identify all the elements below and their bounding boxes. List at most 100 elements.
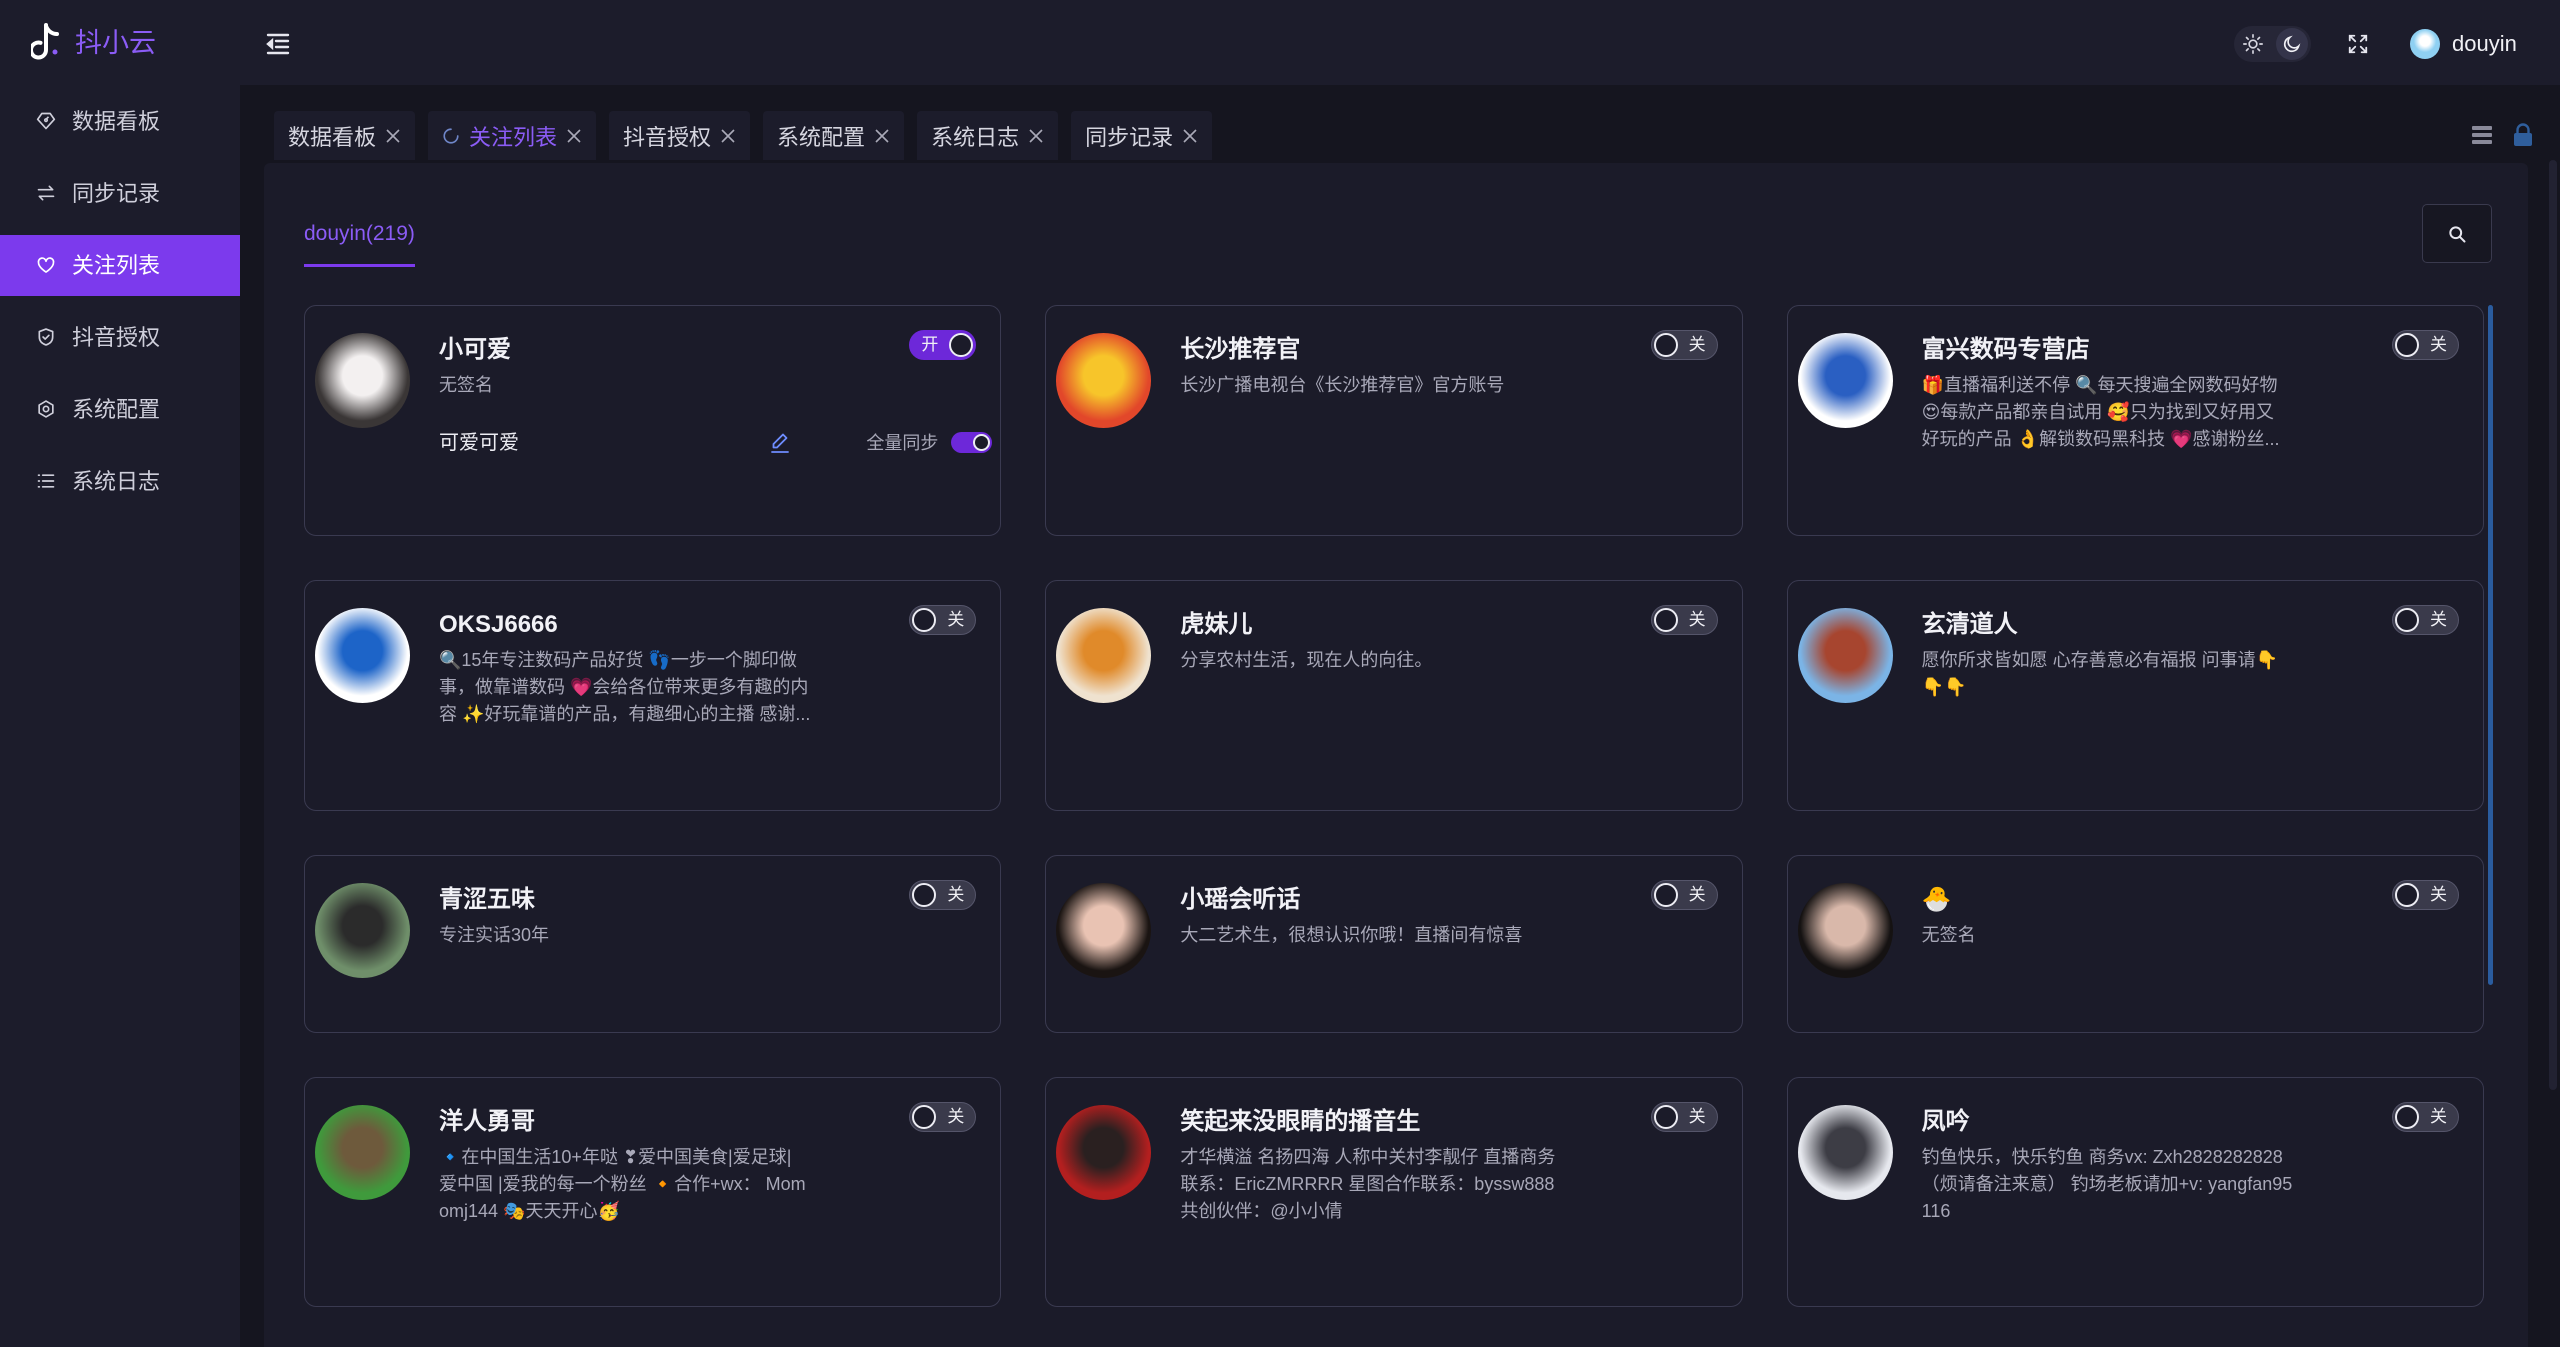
follow-card: 长沙推荐官长沙广播电视台《长沙推荐官》官方账号 关 — [1045, 305, 1743, 536]
avatar — [1797, 608, 1893, 703]
page-scrollbar[interactable] — [2549, 160, 2557, 1090]
close-icon[interactable] — [566, 128, 582, 144]
avatar — [1056, 333, 1152, 428]
avatar — [1056, 883, 1152, 978]
sun-icon[interactable] — [2242, 33, 2264, 55]
switch-knob — [2394, 608, 2419, 632]
user-name[interactable]: douyin — [2452, 29, 2517, 59]
monitor-switch[interactable]: 关 — [1650, 1102, 1718, 1132]
close-icon[interactable] — [874, 128, 890, 144]
signature-line: 爱中国 |爱我的每一个粉丝 🔸合作+wx： Mom — [439, 1174, 806, 1194]
card-name: 凤吟 — [1921, 1108, 1970, 1135]
switch-knob — [2394, 1105, 2419, 1129]
tab-label: 数据看板 — [288, 124, 377, 150]
tab-dashboard[interactable]: 数据看板 — [274, 111, 416, 160]
monitor-switch[interactable]: 关 — [2391, 1102, 2459, 1132]
app-root: 抖小云 douyin 数据看板 同步记录 关注列表 抖音授权 系统配置 系统日志… — [0, 0, 2560, 1347]
signature-line: 👇👇 — [1921, 677, 1967, 697]
follow-card: 玄清道人 愿你所求皆如愿 心存善意必有福报 问事请👇 👇👇 关 — [1786, 580, 2484, 811]
card-name: 小可爱 — [439, 336, 511, 363]
edit-icon[interactable] — [768, 431, 792, 455]
sidebar-item-system-config[interactable]: 系统配置 — [0, 379, 240, 440]
monitor-switch[interactable]: 关 — [909, 1102, 977, 1132]
full-sync-label: 全量同步 — [866, 433, 939, 453]
heart-icon — [36, 255, 56, 275]
gear-icon — [36, 399, 56, 419]
monitor-switch[interactable]: 关 — [909, 880, 977, 910]
signature-line: 长沙广播电视台《长沙推荐官》官方账号 — [1180, 375, 1505, 395]
account-tab-douyin[interactable]: douyin(219) — [304, 220, 415, 267]
tab-follow-list[interactable]: 关注列表 — [428, 111, 597, 160]
avatar — [1056, 1105, 1152, 1200]
signature-line: omj144 🎭天天开心🥳 — [439, 1201, 620, 1221]
signature-line: 容 ✨好玩靠谱的产品，有趣细心的主播 感谢... — [439, 704, 811, 724]
monitor-switch[interactable]: 关 — [2391, 605, 2459, 635]
sidebar-item-sync-records[interactable]: 同步记录 — [0, 163, 240, 224]
tab-label: 同步记录 — [1085, 124, 1174, 150]
follow-card: 富兴数码专营店 🎁直播福利送不停 🔍每天搜遍全网数码好物 😍每款产品都亲自试用 🥰只… — [1786, 305, 2484, 536]
follow-card: 笑起来没眼睛的播音生 才华横溢 名扬四海 人称中关村李靓仔 直播商务 联系：Eric… — [1045, 1077, 1743, 1307]
menu-fold-icon[interactable] — [265, 32, 291, 56]
signature-line: 才华横溢 名扬四海 人称中关村李靓仔 直播商务 — [1180, 1147, 1556, 1167]
search-icon — [2447, 224, 2467, 244]
shield-check-icon — [36, 327, 56, 347]
top-header: 抖小云 douyin — [0, 0, 2560, 85]
monitor-switch[interactable]: 开 — [909, 330, 977, 360]
follow-card: OKSJ6666 🔍15年专注数码产品好货 👣一步一个脚印做 事，做靠谱数码 💗会给… — [304, 580, 1002, 811]
fullscreen-icon[interactable] — [2347, 33, 2369, 55]
switch-label: 关 — [1688, 885, 1706, 904]
close-icon[interactable] — [1182, 128, 1198, 144]
switch-label: 关 — [947, 885, 965, 904]
main-panel: douyin(219) 小可爱 无签名 开可爱可爱 全量同步 长沙推荐官 长沙广播电视台《… — [264, 163, 2528, 1347]
sidebar-item-label: 同步记录 — [72, 181, 161, 206]
avatar — [315, 883, 410, 978]
tab-menu-icon[interactable] — [2471, 124, 2493, 146]
signature-line: 共创伙伴：@小小倩 — [1180, 1201, 1343, 1221]
switch-knob — [912, 1105, 937, 1129]
card-name: OKSJ6666 — [439, 611, 558, 638]
sidebar-item-douyin-auth[interactable]: 抖音授权 — [0, 307, 240, 368]
tab-label: 系统配置 — [777, 124, 866, 150]
tab-douyin-auth[interactable]: 抖音授权 — [609, 111, 751, 160]
card-list-scrollbar[interactable] — [2488, 305, 2493, 985]
theme-switch[interactable] — [2234, 26, 2311, 62]
card-name: 🐣 — [1921, 886, 1952, 913]
card-name: 长沙推荐官 — [1180, 336, 1301, 363]
close-icon[interactable] — [385, 128, 401, 144]
sidebar-item-label: 抖音授权 — [72, 325, 161, 350]
full-sync-switch[interactable] — [951, 432, 993, 453]
moon-icon[interactable] — [2276, 28, 2308, 60]
sidebar-item-system-log[interactable]: 系统日志 — [0, 451, 240, 512]
avatar — [1797, 883, 1893, 978]
lock-icon[interactable] — [2512, 123, 2534, 147]
switch-knob — [949, 333, 974, 357]
avatar — [1797, 1105, 1893, 1200]
follow-card: 小可爱 无签名 开可爱可爱 全量同步 — [304, 305, 1002, 536]
signature-line: 😍每款产品都亲自试用 🥰只为找到又好用又 — [1921, 402, 2274, 422]
switch-label: 关 — [2429, 610, 2447, 629]
monitor-switch[interactable]: 关 — [2391, 330, 2459, 360]
switch-knob — [912, 608, 937, 632]
monitor-switch[interactable]: 关 — [2391, 880, 2459, 910]
signature-line: 好玩的产品 👌解锁数码黑科技 💗感谢粉丝... — [1921, 429, 2280, 449]
monitor-switch[interactable]: 关 — [1650, 605, 1718, 635]
monitor-switch[interactable]: 关 — [1650, 330, 1718, 360]
dashboard-icon — [36, 111, 56, 131]
signature-line: 无签名 — [439, 375, 493, 395]
tab-system-log[interactable]: 系统日志 — [917, 111, 1059, 160]
card-signature: 钓鱼快乐，快乐钓鱼 商务vx: Zxh2828282828 （烦请备注来意） 钓场… — [1922, 1144, 2293, 1225]
monitor-switch[interactable]: 关 — [1650, 880, 1718, 910]
switch-knob — [973, 434, 991, 451]
close-icon[interactable] — [1028, 128, 1044, 144]
tab-system-config[interactable]: 系统配置 — [763, 111, 905, 160]
search-button[interactable] — [2422, 204, 2492, 263]
sidebar-item-label: 关注列表 — [72, 253, 161, 278]
user-avatar[interactable] — [2410, 29, 2440, 59]
sidebar-item-follow-list[interactable]: 关注列表 — [0, 235, 240, 296]
tab-sync-records[interactable]: 同步记录 — [1071, 111, 1213, 160]
tab-label: 系统日志 — [931, 124, 1020, 150]
close-icon[interactable] — [720, 128, 736, 144]
app-logo[interactable]: 抖小云 — [31, 21, 156, 65]
monitor-switch[interactable]: 关 — [909, 605, 977, 635]
sidebar-item-dashboard[interactable]: 数据看板 — [0, 91, 240, 152]
